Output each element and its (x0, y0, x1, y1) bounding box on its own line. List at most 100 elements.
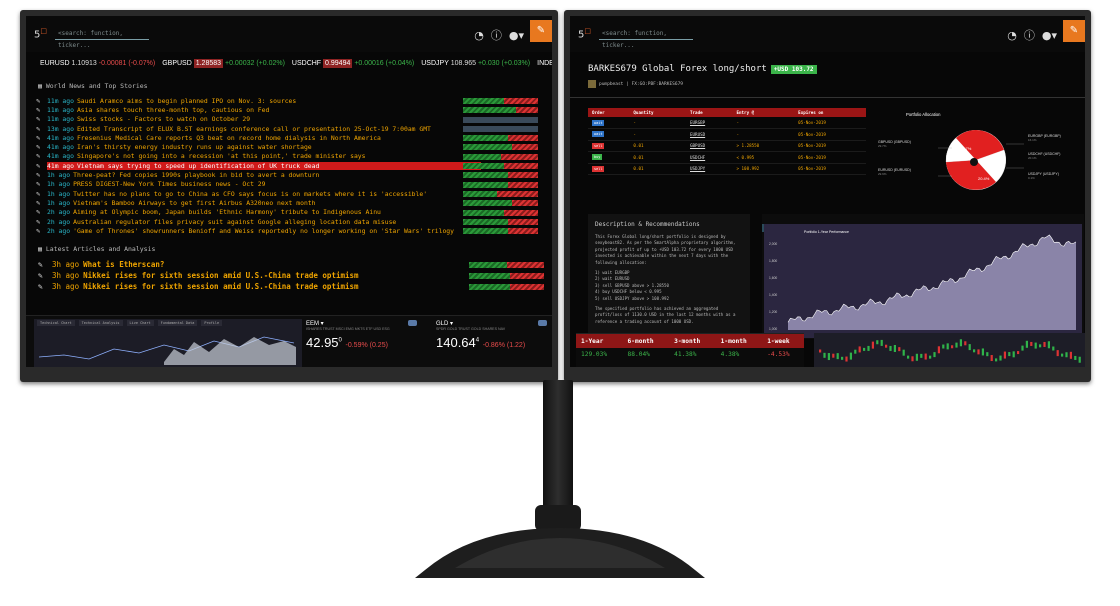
news-item[interactable]: ✎ 1h ago Three-peat? Fed copies 1990s play… (36, 170, 542, 179)
news-item[interactable]: ✎ 1h ago Vietnam's Bamboo Airways to get f… (36, 198, 542, 207)
news-title[interactable]: Singapore's not going into a recession '… (77, 152, 366, 160)
quote-gld[interactable]: GLD ▾ SPDR GOLD TRUST GOLD SHARES NAV 14… (436, 320, 551, 350)
news-title[interactable]: Edited Transcript of ELUX B.ST earnings … (77, 125, 431, 133)
ticker-item[interactable]: GBPUSD 1.28583 +0.00032 (+0.02%) (162, 58, 285, 68)
external-link-icon[interactable]: ✎ (36, 218, 47, 226)
news-item[interactable]: ✎ 1h ago Twitter has no plans to go to Chi… (36, 189, 542, 198)
news-item[interactable]: ✎ 41m ago Fresenius Medical Care reports Q… (36, 133, 542, 142)
external-link-icon[interactable]: ✎ (36, 180, 47, 188)
news-item[interactable]: ✎ 11m ago Asia shares touch three-month to… (36, 105, 542, 114)
user-icon[interactable]: ●▾ (1042, 29, 1057, 42)
speedometer-icon[interactable]: ◔ (1007, 29, 1017, 42)
ticker-item[interactable]: EURUSD 1.10913 -0.00081 (-0.07%) (40, 60, 155, 67)
mini-chart-tab[interactable]: Fundamental Data (157, 320, 198, 326)
order-trade[interactable]: USDCHF (686, 151, 733, 164)
mini-chart[interactable]: Technical Chart Technical Analysis Live Ch… (34, 319, 302, 367)
order-trade[interactable]: EURGBP (686, 117, 733, 129)
order-trade[interactable]: USDJPY (686, 163, 733, 175)
order-trade[interactable]: EURUSD (686, 128, 733, 141)
news-title[interactable]: Iran's thirsty energy industry runs up a… (77, 143, 312, 151)
pie-label: 29.7% (960, 146, 972, 151)
quote-eem[interactable]: EEM ▾ ISHARES TRUST MSCI EMG MKTS ETF US… (306, 320, 421, 350)
order-trade[interactable]: GBPUSD (686, 140, 733, 152)
news-item[interactable]: ✎ 41m ago Iran's thirsty energy industry r… (36, 142, 542, 151)
portfolio-author[interactable]: pumpbeast | FX:GO:PBF:BARKES679 (599, 82, 683, 87)
search-input[interactable]: <search: function, ticker... (599, 28, 693, 49)
mini-chart-tab[interactable]: Live Chart (126, 320, 154, 326)
external-link-icon[interactable]: ✎ (36, 152, 47, 160)
external-link-icon[interactable]: ✎ (36, 134, 47, 142)
news-title[interactable]: Vietnam says trying to speed up identifi… (77, 162, 477, 170)
search-input[interactable]: <search: function, ticker... (55, 28, 149, 49)
news-title[interactable]: Aiming at Olympic boom, Japan builds 'Et… (73, 208, 381, 216)
news-title[interactable]: Asia shares touch three-month top, cauti… (77, 106, 269, 114)
news-item[interactable]: ✎ 41m ago Singapore's not going into a rec… (36, 152, 542, 161)
table-row[interactable]: sell 0.01 GBPUSD > 1.28550 05-Nov-2019 (588, 140, 866, 152)
orders-header[interactable]: Expires on (794, 108, 866, 117)
news-item[interactable]: ✎ 13m ago Edited Transcript of ELUX B.ST e… (36, 124, 542, 133)
candle (880, 339, 883, 346)
external-link-icon[interactable]: ✎ (36, 190, 47, 198)
external-link-icon[interactable]: ✎ (36, 143, 47, 151)
edit-button[interactable]: ✎ (530, 20, 552, 42)
candlestick-chart[interactable] (814, 333, 1085, 367)
mini-chart-tab[interactable]: Technical Analysis (78, 320, 123, 326)
article-item[interactable]: ✎ 3h ago Nikkei rises for sixth session am… (38, 281, 552, 292)
ticker-item[interactable]: INDEXCBOE (537, 60, 552, 67)
ticker-bar: EURUSD 1.10913 -0.00081 (-0.07%) GBPUSD 1… (26, 52, 552, 74)
external-link-icon[interactable]: ✎ (36, 115, 47, 123)
user-icon[interactable]: ●▾ (509, 29, 524, 42)
external-link-icon[interactable]: ✎ (36, 171, 47, 179)
help-icon[interactable]: ⓘ (1024, 27, 1035, 43)
article-item[interactable]: ✎ 3h ago What is Etherscan? (38, 259, 552, 270)
mini-chart-tab[interactable]: Profile (201, 320, 223, 326)
external-link-icon[interactable]: ✎ (36, 125, 47, 133)
news-item[interactable]: ✎ 41m ago Vietnam says trying to speed up … (36, 161, 542, 170)
help-icon[interactable]: ⓘ (491, 27, 502, 43)
orders-header[interactable]: Order (588, 108, 630, 117)
article-title[interactable]: What is Etherscan? (83, 260, 164, 269)
news-title[interactable]: Swiss stocks - Factors to watch on Octob… (77, 115, 250, 123)
news-title[interactable]: 'Game of Thrones' showrunners Benioff an… (73, 227, 454, 235)
edit-button[interactable]: ✎ (1063, 20, 1085, 42)
external-link-icon[interactable]: ✎ (36, 199, 47, 207)
external-link-icon[interactable]: ✎ (36, 106, 47, 114)
orders-header[interactable]: Trade (686, 108, 733, 117)
orders-header[interactable]: Entry @ (732, 108, 795, 117)
mini-chart-tab[interactable]: Technical Chart (37, 320, 75, 326)
table-row[interactable]: buy 0.01 USDCHF < 0.995 05-Nov-2019 (588, 151, 866, 164)
orders-header[interactable]: Quantity (629, 108, 686, 117)
speedometer-icon[interactable]: ◔ (474, 29, 484, 42)
news-title[interactable]: Vietnam's Bamboo Airways to get first Ai… (73, 199, 315, 207)
external-link-icon[interactable]: ✎ (36, 208, 47, 216)
ticker-item[interactable]: USDJPY 108.965 +0.030 (+0.03%) (421, 60, 530, 67)
news-item[interactable]: ✎ 11m ago Swiss stocks - Factors to watch … (36, 115, 542, 124)
article-item[interactable]: ✎ 3h ago Nikkei rises for sixth session am… (38, 270, 552, 281)
news-item[interactable]: ✎ 2h ago 'Game of Thrones' showrunners Ben… (36, 226, 542, 235)
external-link-icon[interactable]: ✎ (36, 162, 47, 170)
table-row[interactable]: wait - EURUSD -05-Nov-2019 (588, 128, 866, 141)
external-link-icon[interactable]: ✎ (36, 227, 47, 235)
news-time: 11m ago (47, 115, 74, 124)
news-title[interactable]: Twitter has no plans to go to China as C… (73, 190, 427, 198)
article-title[interactable]: Nikkei rises for sixth session amid U.S.… (83, 282, 358, 291)
news-item[interactable]: ✎ 2h ago Australian regulator files privac… (36, 217, 542, 226)
news-item[interactable]: ✎ 2h ago Aiming at Olympic boom, Japan bui… (36, 208, 542, 217)
app-logo[interactable]: 5□ (578, 27, 591, 40)
external-link-icon[interactable]: ✎ (38, 282, 52, 291)
article-title[interactable]: Nikkei rises for sixth session amid U.S.… (83, 271, 358, 280)
news-item[interactable]: ✎ 1h ago PRESS DIGEST-New York Times busin… (36, 180, 542, 189)
external-link-icon[interactable]: ✎ (38, 271, 52, 280)
external-link-icon[interactable]: ✎ (36, 97, 47, 105)
news-title[interactable]: PRESS DIGEST-New York Times business new… (73, 180, 265, 188)
news-title[interactable]: Fresenius Medical Care reports Q3 beat o… (77, 134, 381, 142)
ticker-item[interactable]: USDCHF 0.99494 +0.00016 (+0.04%) (292, 58, 414, 68)
app-logo[interactable]: 5□ (34, 27, 47, 40)
news-item[interactable]: ✎ 11m ago Saudi Aramco aims to begin plann… (36, 96, 542, 105)
external-link-icon[interactable]: ✎ (38, 260, 52, 269)
news-title[interactable]: Three-peat? Fed copies 1990s playbook in… (73, 171, 319, 179)
table-row[interactable]: wait - EURGBP -05-Nov-2019 (588, 117, 866, 129)
news-title[interactable]: Saudi Aramco aims to begin planned IPO o… (77, 97, 296, 105)
news-title[interactable]: Australian regulator files privacy suit … (73, 218, 396, 226)
table-row[interactable]: sell 0.01 USDJPY > 108.992 05-Nov-2019 (588, 163, 866, 175)
